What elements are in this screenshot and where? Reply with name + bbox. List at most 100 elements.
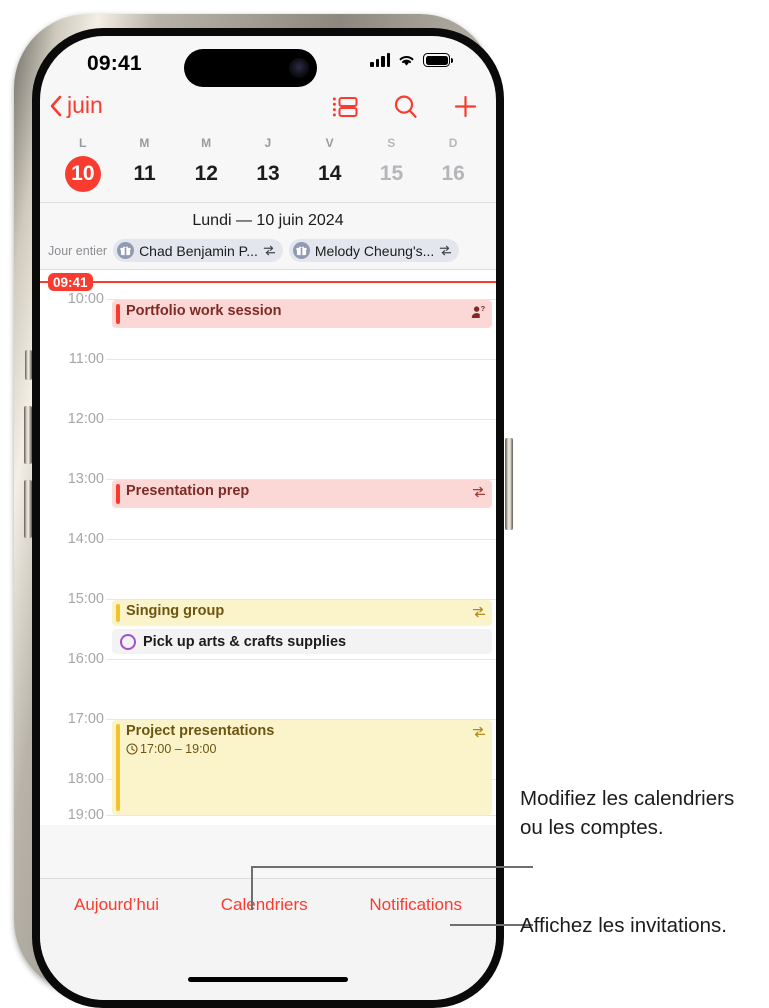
week-day-numbers-row: 10 11 12 13 14 15 16: [52, 156, 484, 192]
gift-icon: [117, 242, 135, 259]
navigation-bar: juin: [40, 92, 496, 134]
all-day-event-title: Chad Benjamin P...: [139, 242, 258, 259]
event-title: Portfolio work session: [126, 303, 282, 319]
battery-icon: [423, 53, 453, 67]
weekday-initial: D: [448, 136, 458, 150]
repeat-icon: [472, 726, 486, 738]
hour-label: 12:00: [67, 411, 104, 427]
weekday-initial: L: [79, 136, 87, 150]
chevron-left-icon: [50, 95, 62, 116]
silent-switch[interactable]: [25, 350, 32, 380]
all-day-event-chip[interactable]: Chad Benjamin P...: [113, 239, 283, 262]
event-title: Project presentations: [126, 723, 275, 739]
volume-up-button[interactable]: [24, 406, 32, 464]
phone-frame: 09:41 juin L M M J V S D 10 11 12 13 14 …: [14, 14, 513, 1008]
notifications-button[interactable]: Notifications: [369, 895, 462, 915]
wifi-icon: [399, 55, 414, 66]
day-cell-today[interactable]: 10: [52, 156, 114, 192]
cellular-signal-icon: [370, 53, 390, 67]
hour-label: 19:00: [67, 807, 104, 823]
hour-gridline: [106, 539, 496, 540]
day-number: 10: [64, 156, 101, 192]
day-cell[interactable]: 12: [175, 156, 237, 192]
hour-gridline: [106, 419, 496, 420]
event-time-range: 17:00 – 19:00: [140, 742, 217, 756]
repeat-icon: [472, 606, 486, 618]
day-cell[interactable]: 15: [361, 156, 423, 192]
weekday-initial: V: [325, 136, 334, 150]
weekday-initial: J: [264, 136, 272, 150]
callout-leader-line: [251, 866, 533, 868]
day-timeline[interactable]: 10:00 11:00 12:00 13:00 14:00 15:00 16:0…: [40, 270, 496, 825]
home-indicator[interactable]: [188, 977, 348, 982]
callout-notifications: Affichez les invitations.: [520, 914, 728, 937]
all-day-event-title: Melody Cheung's...: [314, 242, 435, 259]
event-time-range-row: 17:00 – 19:00: [112, 742, 492, 759]
back-to-month-button[interactable]: juin: [48, 92, 103, 119]
hour-gridline: [106, 659, 496, 660]
day-cell[interactable]: 14: [299, 156, 361, 192]
navigation-actions: [332, 94, 478, 119]
hour-label: 16:00: [67, 651, 104, 667]
event-color-bar: [116, 484, 120, 504]
hour-label: 15:00: [67, 591, 104, 607]
weekday-initial: S: [387, 136, 396, 150]
event-block[interactable]: Singing group: [112, 600, 492, 626]
callout-leader-line: [251, 866, 253, 910]
hour-label: 17:00: [67, 711, 104, 727]
current-time-label: 09:41: [48, 273, 93, 291]
hour-label: 13:00: [67, 471, 104, 487]
hour-label: 14:00: [67, 531, 104, 547]
reminder-title: Pick up arts & crafts supplies: [143, 633, 347, 650]
callout-calendars: Modifiez les calendriers ou les comptes.: [520, 787, 735, 839]
event-block[interactable]: Presentation prep: [112, 480, 492, 508]
day-header-title: Lundi — 10 juin 2024: [192, 212, 344, 229]
event-color-bar: [116, 604, 120, 622]
person-question-icon: ?: [471, 305, 486, 318]
list-view-icon[interactable]: [332, 95, 358, 119]
all-day-event-chip[interactable]: Melody Cheung's...: [288, 239, 460, 262]
status-bar: 09:41: [40, 36, 496, 92]
power-button[interactable]: [505, 438, 513, 530]
svg-text:?: ?: [481, 305, 486, 313]
status-bar-clock: 09:41: [87, 52, 142, 75]
plus-icon[interactable]: [453, 94, 478, 119]
day-cell[interactable]: 13: [237, 156, 299, 192]
hour-label: 11:00: [68, 351, 104, 367]
gift-icon: [292, 242, 310, 259]
all-day-row: Jour entier Chad Benjamin P... Melody Ch…: [40, 238, 496, 269]
repeat-icon: [263, 245, 276, 256]
calendars-button[interactable]: Calendriers: [221, 895, 308, 915]
phone-screen: 09:41 juin L M M J V S D 10 11 12 13 14 …: [40, 36, 496, 1000]
event-title: Singing group: [126, 603, 225, 619]
hour-gridline: [106, 815, 496, 816]
weekday-initials-row: L M M J V S D: [52, 136, 484, 156]
bottom-toolbar: Aujourd’hui Calendriers Notifications: [40, 878, 496, 1000]
hour-label: 18:00: [67, 771, 104, 787]
status-bar-indicators: [370, 53, 453, 67]
event-color-bar: [116, 724, 120, 811]
clock-icon: [126, 743, 138, 755]
day-cell[interactable]: 16: [422, 156, 484, 192]
screenshot-root: 09:41 juin L M M J V S D 10 11 12 13 14 …: [0, 0, 769, 1008]
event-block[interactable]: Project presentations 17:00 – 19:00: [112, 720, 492, 815]
front-camera-icon: [289, 58, 309, 78]
event-block[interactable]: Portfolio work session ?: [112, 300, 492, 328]
today-button[interactable]: Aujourd’hui: [74, 895, 159, 915]
hour-gridline: [106, 359, 496, 360]
back-button-label: juin: [67, 92, 103, 118]
volume-down-button[interactable]: [24, 480, 32, 538]
circle-checkbox-icon[interactable]: [120, 633, 136, 650]
repeat-icon: [440, 245, 452, 256]
day-cell[interactable]: 11: [114, 156, 176, 192]
weekday-initial: M: [201, 136, 212, 150]
repeat-icon: [472, 486, 486, 498]
week-strip: L M M J V S D 10 11 12 13 14 15 16: [40, 134, 496, 198]
event-title: Presentation prep: [126, 483, 250, 499]
current-time-line: [40, 281, 496, 283]
search-icon[interactable]: [393, 94, 418, 119]
event-color-bar: [116, 304, 120, 324]
all-day-label: Jour entier: [48, 243, 108, 258]
reminder-item[interactable]: Pick up arts & crafts supplies: [112, 629, 492, 654]
hour-label: 10:00: [67, 291, 104, 307]
